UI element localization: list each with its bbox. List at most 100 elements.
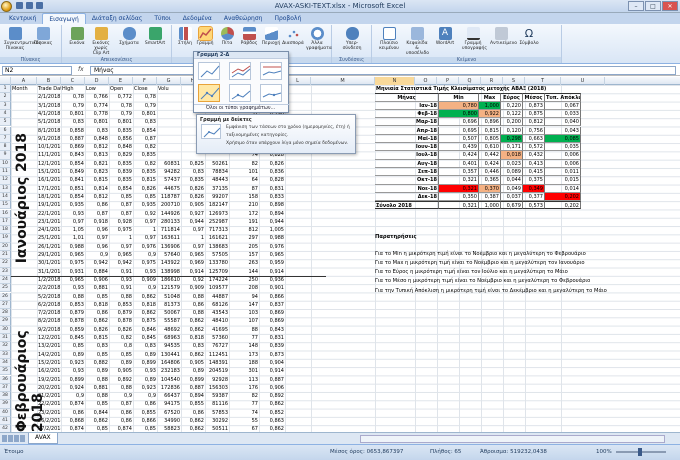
horizontal-scrollbar[interactable]	[360, 435, 665, 443]
symbol-button[interactable]: Ω Σύμβολο	[518, 27, 540, 46]
maximize-button[interactable]: □	[645, 1, 661, 11]
pivot-table-button[interactable]: Συγκεντρωτικός Πίνακας	[4, 27, 41, 51]
other-charts-button[interactable]: Άλλα γραφήματα	[306, 27, 332, 51]
row-header[interactable]: 5	[0, 118, 11, 127]
text-box-button[interactable]: Πλαίσιο κειμένου	[378, 27, 400, 51]
row-header[interactable]: 25	[0, 284, 11, 293]
column-header-Q[interactable]: Q	[459, 77, 481, 85]
row-header[interactable]: 39	[0, 400, 11, 409]
column-header-T[interactable]: T	[525, 77, 561, 85]
bar-chart-button[interactable]: Ράβδος	[238, 27, 260, 46]
header-footer-button[interactable]: Κεφαλίδα & υποσέλιδο	[406, 27, 429, 56]
minimize-button[interactable]: –	[628, 1, 644, 11]
column-header-F[interactable]: F	[133, 77, 157, 85]
prev-sheet-icon[interactable]	[8, 435, 13, 442]
row-header[interactable]: 33	[0, 350, 11, 359]
row-header[interactable]: 28	[0, 309, 11, 318]
row-header[interactable]: 24	[0, 275, 11, 285]
tab-data[interactable]: Δεδομένα	[177, 13, 218, 24]
hyperlink-button[interactable]: Υπερ-σύνδεση	[341, 27, 363, 51]
line-chart-option[interactable]	[198, 62, 220, 80]
select-all-corner[interactable]	[0, 77, 11, 85]
column-header-C[interactable]: C	[61, 77, 85, 85]
tab-review[interactable]: Αναθεώρηση	[218, 13, 269, 24]
row-header[interactable]: 32	[0, 342, 11, 351]
column-header-E[interactable]: E	[109, 77, 133, 85]
column-header-U[interactable]: U	[561, 77, 605, 85]
zoom-slider-handle[interactable]	[638, 448, 642, 456]
row-header[interactable]: 23	[0, 267, 11, 276]
row-header[interactable]: 20	[0, 242, 11, 251]
picture-button[interactable]: Εικόνα	[66, 27, 88, 46]
row-header[interactable]: 3	[0, 101, 11, 110]
row-header[interactable]: 22	[0, 259, 11, 268]
pie-chart-button[interactable]: Πίτα	[216, 27, 238, 46]
shapes-button[interactable]: Σχήματα	[118, 27, 140, 46]
row-header[interactable]: 40	[0, 408, 11, 417]
column-header-S[interactable]: S	[503, 77, 525, 85]
signature-line-button[interactable]: Γραμμή υπογραφής	[462, 27, 487, 51]
row-header[interactable]: 8	[0, 143, 11, 152]
area-chart-button[interactable]: Περιοχή	[260, 27, 282, 46]
row-header[interactable]: 27	[0, 300, 11, 310]
tab-page-layout[interactable]: Διάταξη σελίδας	[86, 13, 149, 24]
tab-home[interactable]: Κεντρική	[3, 13, 42, 24]
line-with-markers-option[interactable]	[198, 84, 220, 102]
row-header[interactable]: 13	[0, 184, 11, 193]
column-header-D[interactable]: D	[85, 77, 109, 85]
row-header[interactable]: 11	[0, 168, 11, 177]
column-header-A[interactable]: A	[11, 77, 37, 85]
object-button[interactable]: Αντικείμενο	[490, 27, 517, 46]
row-header[interactable]: 35	[0, 367, 11, 376]
first-sheet-icon[interactable]	[2, 435, 7, 442]
line-chart-button[interactable]: Γραμμή	[194, 26, 216, 46]
row-header[interactable]: 34	[0, 358, 11, 368]
percent-stacked-line-option[interactable]	[260, 62, 282, 80]
column-header-N[interactable]: N	[375, 77, 415, 85]
row-header[interactable]: 10	[0, 159, 11, 168]
column-header-M[interactable]: M	[311, 77, 375, 85]
row-header[interactable]: 31	[0, 334, 11, 343]
column-header-R[interactable]: R	[481, 77, 503, 85]
row-header[interactable]: 9	[0, 151, 11, 160]
column-header-B[interactable]: B	[37, 77, 61, 85]
row-header[interactable]: 19	[0, 234, 11, 243]
formula-input[interactable]: Μήνας	[90, 66, 676, 75]
sheet-tab-avax[interactable]: AVAX	[28, 433, 58, 444]
row-header[interactable]: 41	[0, 417, 11, 426]
row-header[interactable]: 15	[0, 201, 11, 210]
row-header[interactable]: 14	[0, 192, 11, 202]
row-header[interactable]: 6	[0, 126, 11, 135]
tab-insert[interactable]: Εισαγωγή	[42, 13, 86, 24]
row-header[interactable]: 30	[0, 325, 11, 334]
tab-formulas[interactable]: Τύποι	[148, 13, 176, 24]
row-header[interactable]: 7	[0, 134, 11, 144]
close-button[interactable]: ✕	[662, 1, 678, 11]
row-header[interactable]: 42	[0, 425, 11, 432]
name-box[interactable]: N2	[2, 66, 72, 75]
row-header[interactable]: 21	[0, 251, 11, 260]
tab-view[interactable]: Προβολή	[268, 13, 307, 24]
column-header-O[interactable]: O	[415, 77, 437, 85]
row-header[interactable]: 38	[0, 392, 11, 401]
column-header-P[interactable]: P	[437, 77, 459, 85]
row-header[interactable]: 17	[0, 217, 11, 227]
row-header[interactable]: 29	[0, 317, 11, 326]
row-header[interactable]: 1	[0, 85, 11, 94]
row-header[interactable]: 37	[0, 383, 11, 393]
row-header[interactable]: 36	[0, 375, 11, 384]
row-header[interactable]: 26	[0, 292, 11, 301]
column-chart-button[interactable]: Στήλη	[174, 27, 196, 46]
fx-icon[interactable]: fx	[78, 66, 84, 73]
next-sheet-icon[interactable]	[14, 435, 19, 442]
row-header[interactable]: 2	[0, 93, 11, 102]
last-sheet-icon[interactable]	[20, 435, 25, 442]
percent-markers-option[interactable]	[260, 84, 282, 102]
table-button[interactable]: Πίνακας	[32, 27, 54, 46]
smartart-button[interactable]: SmartArt	[144, 27, 166, 46]
row-header[interactable]: 4	[0, 109, 11, 119]
wordart-button[interactable]: A WordArt	[434, 27, 456, 46]
row-header[interactable]: 16	[0, 209, 11, 218]
all-chart-types-link[interactable]: Όλοι οι τύποι γραφημάτων...	[194, 104, 290, 112]
clip-art-button[interactable]: Εικόνες χωρίς Clip Art	[90, 27, 112, 56]
